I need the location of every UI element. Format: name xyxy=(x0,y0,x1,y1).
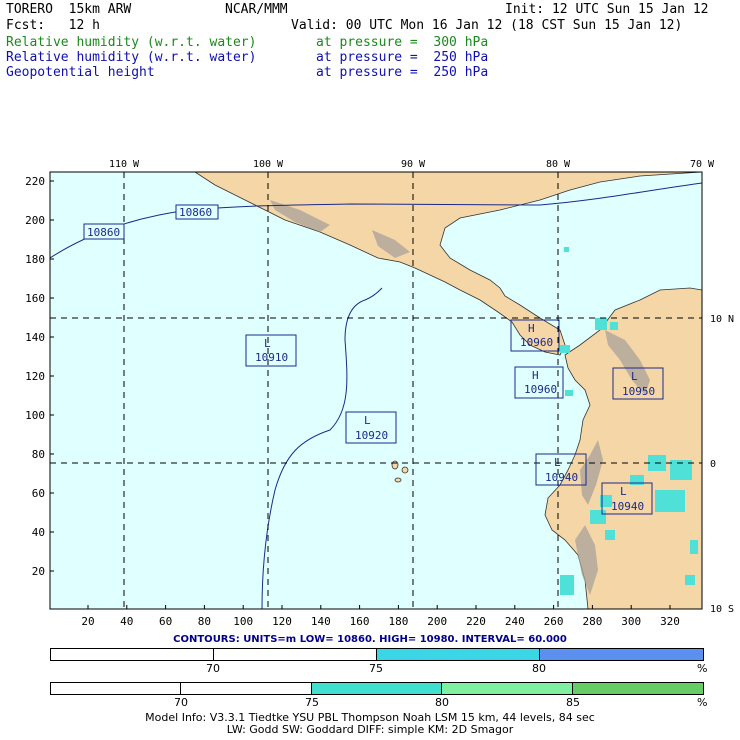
scale-tick: 85 xyxy=(566,696,580,709)
svg-text:10920: 10920 xyxy=(355,429,388,442)
scale-segment xyxy=(573,683,703,694)
scale-tick: % xyxy=(697,662,708,675)
contour-label: 10860 xyxy=(179,206,212,219)
lat-label: 10 N xyxy=(710,314,734,325)
svg-text:10910: 10910 xyxy=(255,351,288,364)
weather-map: 110 W 100 W 90 W 80 W 70 W 10 N 0 10 S 2… xyxy=(25,159,734,628)
y-tick-label: 220 xyxy=(25,175,45,188)
y-tick-label: 120 xyxy=(25,370,45,383)
svg-text:10940: 10940 xyxy=(611,500,644,513)
x-tick-label: 160 xyxy=(350,615,370,628)
scale-bar-250hpa xyxy=(50,682,704,695)
x-tick-label: 100 xyxy=(233,615,253,628)
y-tick-label: 180 xyxy=(25,253,45,266)
scale-tick: 75 xyxy=(369,662,383,675)
svg-text:L: L xyxy=(631,370,638,383)
scale-tick: 70 xyxy=(206,662,220,675)
x-tick-label: 200 xyxy=(427,615,447,628)
svg-text:L: L xyxy=(554,456,561,469)
y-tick-label: 100 xyxy=(25,409,45,422)
y-tick-label: 20 xyxy=(32,565,45,578)
scale-tick: 80 xyxy=(532,662,546,675)
lon-label: 80 W xyxy=(546,159,571,170)
y-tick-label: 60 xyxy=(32,487,45,500)
y-tick-label: 160 xyxy=(25,292,45,305)
contour-info: CONTOURS: UNITS=m LOW= 10860. HIGH= 1098… xyxy=(173,634,567,645)
svg-text:10940: 10940 xyxy=(545,471,578,484)
x-tick-label: 120 xyxy=(272,615,292,628)
svg-text:L: L xyxy=(264,337,271,350)
scale-segment xyxy=(51,649,214,660)
x-tick-label: 180 xyxy=(388,615,408,628)
svg-text:10960: 10960 xyxy=(524,383,557,396)
x-tick-label: 20 xyxy=(81,615,94,628)
svg-text:L: L xyxy=(364,414,371,427)
scale-segment xyxy=(214,649,377,660)
x-tick-label: 40 xyxy=(120,615,133,628)
x-tick-label: 300 xyxy=(621,615,641,628)
y-tick-label: 140 xyxy=(25,331,45,344)
scale-tick: 75 xyxy=(305,696,319,709)
lat-label: 10 S xyxy=(710,604,734,615)
scale-segment xyxy=(51,683,181,694)
lon-label: 100 W xyxy=(253,159,284,170)
scale-segment xyxy=(181,683,312,694)
svg-text:10960: 10960 xyxy=(520,336,553,349)
scale-tick: % xyxy=(697,696,708,709)
lon-label: 70 W xyxy=(690,159,715,170)
x-tick-label: 240 xyxy=(505,615,525,628)
y-tick-label: 80 xyxy=(32,448,45,461)
x-tick-label: 280 xyxy=(582,615,602,628)
lat-label: 0 xyxy=(710,459,716,470)
svg-text:L: L xyxy=(620,485,627,498)
lon-label: 110 W xyxy=(109,159,140,170)
x-tick-label: 320 xyxy=(660,615,680,628)
scale-segment xyxy=(540,649,703,660)
scale-segment xyxy=(442,683,573,694)
x-tick-label: 60 xyxy=(159,615,172,628)
scale-bar-300hpa xyxy=(50,648,704,661)
svg-text:H: H xyxy=(528,322,535,335)
y-tick-label: 200 xyxy=(25,214,45,227)
x-tick-label: 260 xyxy=(544,615,564,628)
scale-segment xyxy=(377,649,540,660)
scale-tick: 80 xyxy=(435,696,449,709)
lon-label: 90 W xyxy=(401,159,426,170)
scale-segment xyxy=(312,683,442,694)
x-tick-label: 80 xyxy=(198,615,211,628)
svg-text:H: H xyxy=(532,369,539,382)
model-physics: LW: Godd SW: Goddard DIFF: simple KM: 2D… xyxy=(226,723,514,736)
contour-label: 10860 xyxy=(87,226,120,239)
x-tick-label: 140 xyxy=(311,615,331,628)
x-tick-label: 220 xyxy=(466,615,486,628)
svg-text:10950: 10950 xyxy=(622,385,655,398)
y-tick-label: 40 xyxy=(32,526,45,539)
scale-tick: 70 xyxy=(174,696,188,709)
